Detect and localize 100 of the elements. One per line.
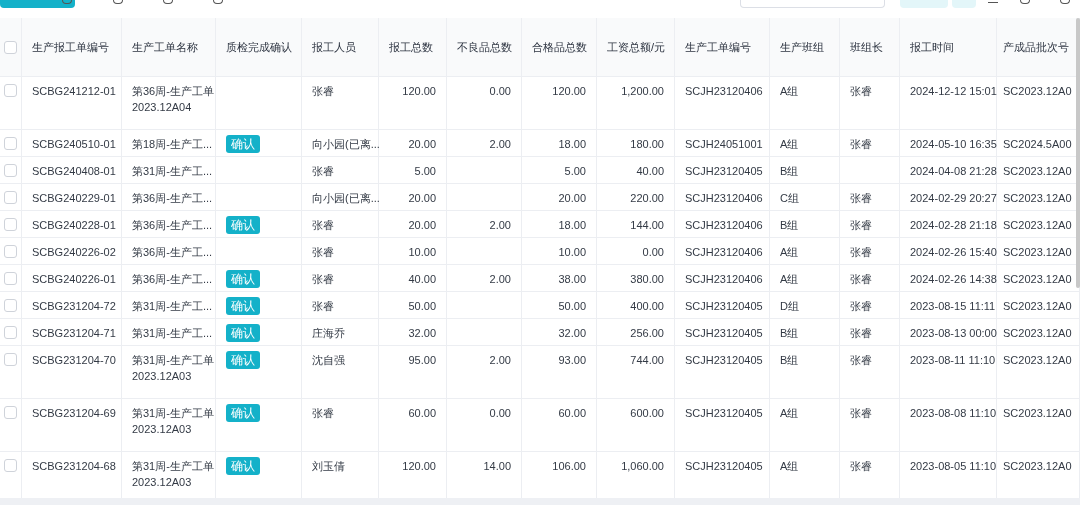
table-cell-text: 120.00 [402,459,436,474]
table-cell-text: 2.00 [489,272,511,287]
table-cell-text: 20.00 [558,191,586,206]
table-cell-text: 256.00 [630,326,664,341]
checkbox[interactable] [4,164,17,177]
table-cell-text: 张睿 [850,299,872,314]
table-cell-text: SC2023.12A0 [1003,245,1072,260]
table-cell-text: 张睿 [850,84,872,99]
table-cell-text: SCBG240228-01 [32,218,116,233]
table-cell-text: 40.00 [408,272,436,287]
table-cell-text: SC2024.5A00 [1003,137,1072,152]
table-cell-text: SCJH23120405 [685,164,763,179]
table-cell-text: SC2023.12A0 [1003,326,1072,341]
table-cell-text: 2024-02-28 21:18 [910,218,997,233]
table-cell-text: B组 [780,218,799,233]
table-cell-text: SC2023.12A0 [1003,353,1072,368]
table-cell-text: SCJH23120406 [685,245,763,260]
checkbox[interactable] [4,272,17,285]
table-cell-text: SCJH23120406 [685,272,763,287]
scrollbar[interactable] [1076,18,1080,288]
table-cell-text: 庄海乔 [312,326,345,341]
table-cell-text: 744.00 [630,353,664,368]
checkbox[interactable] [4,299,17,312]
table-cell-text: B组 [780,326,799,341]
table-cell-text: 38.00 [558,272,586,287]
table-cell-text: A组 [780,245,799,260]
table-cell-text: SCBG231204-69 [32,406,116,421]
checkbox[interactable] [4,245,17,258]
table-cell-text: SCBG241212-01 [32,84,116,99]
table-cell-text: 第31周-生产工单 2023.12A03 [132,406,214,437]
table-cell-text: 32.00 [558,326,586,341]
checkbox[interactable] [4,353,17,366]
column-header: 报工总数 [389,39,433,55]
add-button[interactable] [0,0,75,8]
table-cell-text: SCBG240229-01 [32,191,116,206]
table-cell-text: SCBG240510-01 [32,137,116,152]
checkbox[interactable] [4,191,17,204]
table-cell-text: SCJH23120406 [685,218,763,233]
table-cell-text: 张睿 [312,218,334,233]
checkbox[interactable] [4,84,17,97]
table-cell-text: SCBG240226-02 [32,245,116,260]
checkbox[interactable] [4,137,17,150]
table-cell-text: 60.00 [408,406,436,421]
table-cell-text: SC2023.12A0 [1003,299,1072,314]
confirm-badge: 确认 [226,457,260,475]
table-cell-text: 张睿 [850,272,872,287]
table-cell-text: SCJH23120406 [685,191,763,206]
table-cell-text: 张睿 [312,84,334,99]
confirm-badge: 确认 [226,216,260,234]
table-cell-text: SCBG231204-68 [32,459,116,474]
table-cell-text: 向小园(已离... [312,137,380,152]
table-cell-text: 张睿 [312,406,334,421]
column-header: 报工时间 [910,39,954,55]
column-header: 生产工单名称 [132,39,198,55]
table-cell-text: 18.00 [558,137,586,152]
column-header: 合格品总数 [532,39,587,55]
table-cell-text: 106.00 [552,459,586,474]
checkbox[interactable] [4,406,17,419]
table-cell-text: 张睿 [850,459,872,474]
table-cell-text: 144.00 [630,218,664,233]
table-cell-text: SC2023.12A0 [1003,191,1072,206]
table-cell-text: 第31周-生产工单 2023.12A03 [132,353,214,384]
search-field[interactable] [740,0,885,8]
table-cell-text: 0.00 [642,245,664,260]
table-cell-text: SC2023.12A0 [1003,406,1072,421]
table-cell-text: B组 [780,353,799,368]
table-cell-text: SCJH23120405 [685,353,763,368]
table-cell-text: 1,060.00 [621,459,664,474]
confirm-badge: 确认 [226,135,260,153]
table-cell-text: 2.00 [489,137,511,152]
table-cell-text: 张睿 [312,272,334,287]
table-cell-text: 张睿 [312,245,334,260]
checkbox[interactable] [4,459,17,472]
table-cell-text: 5.00 [414,164,436,179]
table-cell-text: 50.00 [408,299,436,314]
confirm-badge: 确认 [226,297,260,315]
table-cell-text: SCBG231204-71 [32,326,116,341]
table-cell-text: 600.00 [630,406,664,421]
table-cell-text: 张睿 [850,353,872,368]
filter-button[interactable] [900,0,948,8]
checkbox[interactable] [4,218,17,231]
table-cell-text: 第36周-生产工... [132,191,213,206]
column-header: 生产工单编号 [685,39,751,55]
table-cell-text: 张睿 [312,164,334,179]
table-cell-text: 20.00 [408,191,436,206]
table-cell-text: SC2023.12A0 [1003,272,1072,287]
table-cell-text: 18.00 [558,218,586,233]
table-cell-text: 第31周-生产工... [132,164,213,179]
table-cell-text: SCJH23120405 [685,406,763,421]
table-cell-text: SCBG231204-72 [32,299,116,314]
checkbox[interactable] [4,40,17,54]
settings-button[interactable] [952,0,976,8]
table-cell-text: 张睿 [850,218,872,233]
checkbox[interactable] [4,326,17,339]
column-header: 生产班组 [780,39,824,55]
column-header: 生产报工单编号 [32,39,109,55]
table-cell-text: SC2023.12A0 [1003,164,1072,179]
table-cell-text: A组 [780,137,799,152]
table-cell-text: 10.00 [408,245,436,260]
table-cell-text: 张睿 [850,326,872,341]
